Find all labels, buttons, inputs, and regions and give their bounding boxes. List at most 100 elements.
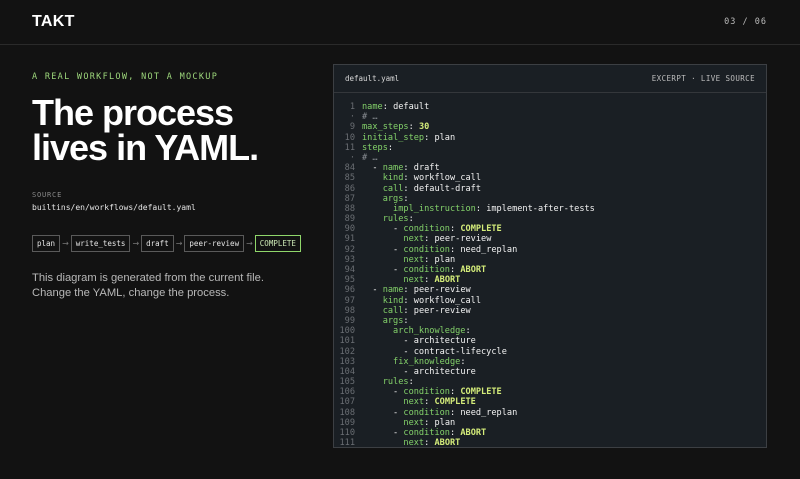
yaml-key: condition xyxy=(403,428,450,438)
line-number: 85 xyxy=(344,173,355,184)
line-number: 9 xyxy=(349,122,355,133)
yaml-value: peer-review xyxy=(413,305,471,316)
page-title: The process lives in YAML. xyxy=(32,95,259,168)
yaml-value: 30 xyxy=(418,122,430,133)
yaml-colon: : xyxy=(382,102,394,112)
yaml-colon: : xyxy=(424,275,435,286)
description-line-1: This diagram is generated from the curre… xyxy=(32,272,264,284)
description-line-2: Change the YAML, change the process. xyxy=(32,287,230,299)
yaml-value: COMPLETE xyxy=(460,224,502,235)
code-line: 95 next: ABORT xyxy=(334,275,766,285)
code-line: 1 name: default xyxy=(334,102,766,112)
line-number: · xyxy=(349,152,355,163)
yaml-colon: : xyxy=(465,326,471,337)
slide-counter: 03 / 06 xyxy=(724,17,767,27)
yaml-colon: : xyxy=(424,397,435,408)
code-line: 108 - condition: need_replan xyxy=(334,408,766,418)
flow-step-plan[interactable]: plan xyxy=(32,235,61,252)
yaml-key: steps xyxy=(362,142,388,153)
line-indent: - xyxy=(362,265,404,275)
yaml-value: COMPLETE xyxy=(434,397,476,408)
title-line-2: lives in YAML. xyxy=(32,127,259,168)
flow-arrow-icon: → xyxy=(62,239,69,248)
yaml-key: condition xyxy=(403,224,450,235)
brand-logo[interactable]: TAKT xyxy=(32,13,75,31)
code-line: 93 next: plan xyxy=(334,255,766,265)
code-line: 105 rules: xyxy=(334,377,766,387)
yaml-key: next xyxy=(403,234,425,245)
yaml-colon: : xyxy=(424,438,435,448)
yaml-colon: : xyxy=(403,285,414,296)
yaml-key: kind xyxy=(382,295,404,306)
yaml-colon: : xyxy=(475,203,487,214)
yaml-key: next xyxy=(403,275,425,286)
line-indent: - xyxy=(362,244,404,255)
line-number: 98 xyxy=(344,305,355,316)
yaml-value: implement-after-tests xyxy=(486,203,595,214)
yaml-key: rules xyxy=(382,377,409,388)
yaml-colon: : xyxy=(403,193,409,204)
line-number: · xyxy=(349,112,355,123)
yaml-key: condition xyxy=(403,387,450,398)
yaml-value: peer-review xyxy=(413,285,471,296)
eyebrow-label: A REAL WORKFLOW, NOT A MOCKUP xyxy=(32,72,219,82)
yaml-key: max_steps xyxy=(362,122,409,133)
line-number: 88 xyxy=(344,203,355,214)
yaml-key: rules xyxy=(382,214,409,225)
code-line: 100 arch_knowledge: xyxy=(334,326,766,336)
yaml-colon: : xyxy=(403,173,414,184)
yaml-key: args xyxy=(382,193,404,204)
line-number: 102 xyxy=(339,346,355,357)
yaml-key: kind xyxy=(382,173,404,184)
yaml-key: impl_instruction xyxy=(393,203,476,214)
flow-arrow-icon: → xyxy=(175,239,183,248)
source-label: SOURCE xyxy=(32,191,63,199)
yaml-colon: : xyxy=(424,132,435,143)
code-line: 97 kind: workflow_call xyxy=(334,296,766,306)
line-number: 89 xyxy=(344,214,355,225)
yaml-value: architecture xyxy=(413,366,476,377)
code-panel-header: default.yaml EXCERPT · LIVE SOURCE xyxy=(334,65,766,93)
code-line: 90 - condition: COMPLETE xyxy=(334,224,766,234)
source-path[interactable]: builtins/en/workflows/default.yaml xyxy=(32,203,196,212)
code-line: · # … xyxy=(334,112,766,122)
code-line: 85 kind: workflow_call xyxy=(334,173,766,183)
description: This diagram is generated from the curre… xyxy=(32,271,264,301)
line-number: 107 xyxy=(339,397,355,408)
yaml-colon: : xyxy=(449,244,461,255)
line-number: 96 xyxy=(344,285,355,296)
line-number: 11 xyxy=(344,142,355,153)
code-line: 99 args: xyxy=(334,316,766,326)
flow-step-draft[interactable]: draft xyxy=(141,235,174,252)
code-line: 10 initial_step: plan xyxy=(334,133,766,143)
line-number: 100 xyxy=(339,326,355,337)
line-number: 109 xyxy=(339,417,355,428)
code-line: 89 rules: xyxy=(334,214,766,224)
code-line: 104 - architecture xyxy=(334,367,766,377)
flow-step-write-tests[interactable]: write_tests xyxy=(70,235,131,252)
code-line: 96 - name: peer-review xyxy=(334,285,766,295)
flow-step-peer-review[interactable]: peer-review xyxy=(184,235,245,252)
yaml-value: plan xyxy=(434,132,456,143)
yaml-value: peer-review xyxy=(434,234,492,245)
line-number: 86 xyxy=(344,183,355,194)
line-number: 97 xyxy=(344,295,355,306)
line-number: 99 xyxy=(344,315,355,326)
line-number: 111 xyxy=(339,438,355,448)
flow-step-complete[interactable]: COMPLETE xyxy=(254,235,301,252)
yaml-value: default xyxy=(393,102,430,112)
yaml-key: next xyxy=(403,438,425,448)
code-line: 98 call: peer-review xyxy=(334,306,766,316)
yaml-value: need_replan xyxy=(460,244,518,255)
code-line: 11 steps: xyxy=(334,143,766,153)
code-line: 101 - architecture xyxy=(334,336,766,346)
